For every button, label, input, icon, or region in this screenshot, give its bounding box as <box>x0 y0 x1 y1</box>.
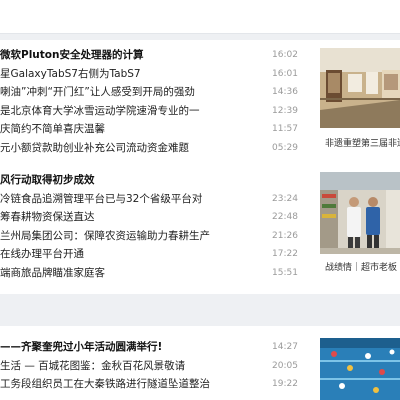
time-label: 20:05 <box>272 360 298 371</box>
news-title: 工务段组织员工在大秦铁路进行隧道坠道整治 <box>0 378 210 390</box>
list-item[interactable]: 微软Pluton安全处理器的计算 16:02 <box>0 46 305 65</box>
swimming-pool-photo[interactable] <box>320 338 400 400</box>
headline-title: 微软Pluton安全处理器的计算 <box>0 49 144 61</box>
news-title: 是北京体育大学冰雪运动学院速滑专业的一 <box>0 104 200 117</box>
news-panel-1: 微软Pluton安全处理器的计算 16:02 星GalaxyTabS7右侧为Ta… <box>0 40 400 294</box>
time-label: 05:29 <box>272 142 298 153</box>
list-item[interactable]: ——齐聚奎兜过小年活动圆满举行! 14:27 <box>0 338 305 357</box>
news-title: 喇油”冲刺“开门红”让人感受到开局的强劲 <box>0 86 195 98</box>
headline-title: ——齐聚奎兜过小年活动圆满举行! <box>0 341 163 353</box>
news-title: 在线办理平台开通 <box>0 248 84 260</box>
list-item[interactable]: 端商旅品牌瞄准家庭客 15:51 <box>0 264 305 283</box>
news-panel-2: ——齐聚奎兜过小年活动圆满举行! 14:27 生活 — 百城花图鉴：金秋百花风景… <box>0 326 400 400</box>
time-label: 11:57 <box>272 124 298 134</box>
shop-owners-photo[interactable] <box>320 172 400 254</box>
list-item[interactable]: 生活 — 百城花图鉴：金秋百花风景敬请 20:05 <box>0 357 305 376</box>
time-label: 23:24 <box>272 193 298 204</box>
list-item[interactable]: 筹春耕物资保送直达 22:48 <box>0 208 305 227</box>
news-list-2: 风行动取得初步成效 冷链食品追溯管理平台已与32个省级平台对 23:24 筹春耕… <box>0 171 305 282</box>
news-title: 星GalaxyTabS7右侧为TabS7 <box>0 67 141 80</box>
news-title: 庆简约不简单喜庆温馨 <box>0 123 105 135</box>
time-label: 15:51 <box>272 267 298 278</box>
list-item[interactable]: 喇油”冲刺“开门红”让人感受到开局的强劲 14:36 <box>0 83 305 102</box>
news-title: 生活 — 百城花图鉴：金秋百花风景敬请 <box>0 359 186 372</box>
news-title: 兰州局集团公司：保障农资运输助力春耕生产 <box>0 229 210 242</box>
time-label: 14:36 <box>272 87 298 97</box>
time-label: 14:27 <box>272 342 298 352</box>
list-item[interactable]: 星GalaxyTabS7右侧为TabS7 16:01 <box>0 65 305 84</box>
list-item[interactable]: 工务段组织员工在大秦铁路进行隧道坠道整治 19:22 <box>0 375 305 394</box>
time-label: 12:39 <box>272 105 298 116</box>
news-list-3: ——齐聚奎兜过小年活动圆满举行! 14:27 生活 — 百城花图鉴：金秋百花风景… <box>0 338 305 394</box>
list-item[interactable]: 在线办理平台开通 17:22 <box>0 245 305 264</box>
time-label: 19:22 <box>272 379 298 389</box>
time-label: 16:02 <box>272 50 298 60</box>
time-label: 21:26 <box>272 230 298 241</box>
news-title: 端商旅品牌瞄准家庭客 <box>0 266 105 279</box>
list-item[interactable]: 元小额贷款助创业补充公司流动资金难题 05:29 <box>0 139 305 158</box>
list-item[interactable]: 是北京体育大学冰雪运动学院速滑专业的一 12:39 <box>0 102 305 121</box>
image-caption[interactable]: 非遗重塑第三届非遗 <box>325 138 400 150</box>
top-bar <box>0 0 400 34</box>
list-item[interactable]: 冷链食品追溯管理平台已与32个省级平台对 23:24 <box>0 190 305 209</box>
news-list-1: 微软Pluton安全处理器的计算 16:02 星GalaxyTabS7右侧为Ta… <box>0 46 305 157</box>
exhibition-hall-photo[interactable] <box>320 48 400 128</box>
news-title: 元小额贷款助创业补充公司流动资金难题 <box>0 141 189 154</box>
news-title: 筹春耕物资保送直达 <box>0 211 95 223</box>
time-label: 16:01 <box>272 68 298 79</box>
image-caption[interactable]: 战绩情｜超市老板 <box>325 262 400 274</box>
headline-title: 风行动取得初步成效 <box>0 174 95 186</box>
time-label: 17:22 <box>272 249 298 259</box>
list-item[interactable]: 风行动取得初步成效 <box>0 171 305 190</box>
news-title: 冷链食品追溯管理平台已与32个省级平台对 <box>0 192 203 205</box>
time-label: 22:48 <box>272 212 298 222</box>
list-item[interactable]: 庆简约不简单喜庆温馨 11:57 <box>0 120 305 139</box>
list-item[interactable]: 兰州局集团公司：保障农资运输助力春耕生产 21:26 <box>0 227 305 246</box>
